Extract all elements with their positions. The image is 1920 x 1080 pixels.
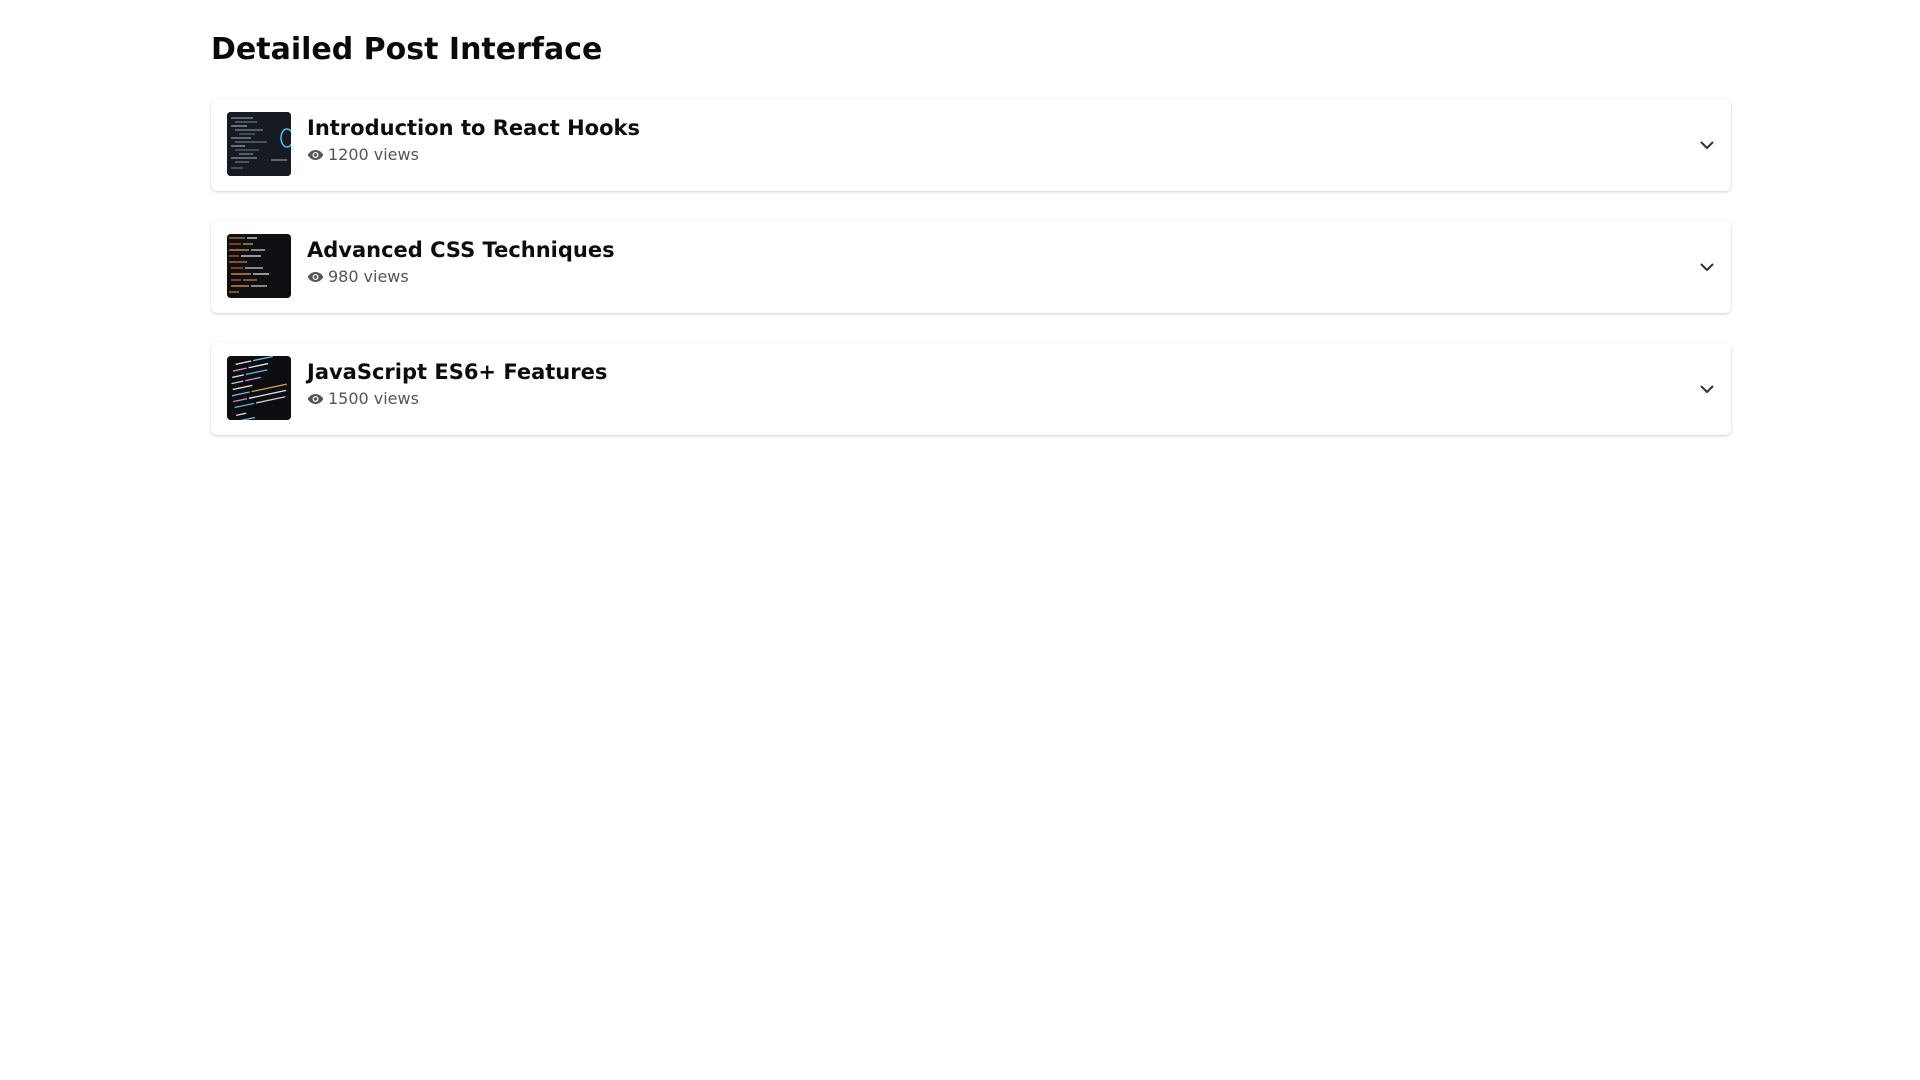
post-views: 1500 views xyxy=(307,389,607,409)
views-count: 980 xyxy=(328,267,359,286)
eye-icon xyxy=(307,272,324,282)
post-title: Advanced CSS Techniques xyxy=(307,238,615,262)
views-count: 1500 xyxy=(328,389,369,408)
page-container: Detailed Post Interface Introduction to … xyxy=(211,0,1731,465)
chevron-down-icon[interactable] xyxy=(1697,135,1717,155)
post-text: Advanced CSS Techniques 980 views xyxy=(307,236,615,287)
post-title: Introduction to React Hooks xyxy=(307,116,640,140)
post-title: JavaScript ES6+ Features xyxy=(307,360,608,384)
post-thumbnail xyxy=(227,234,291,298)
eye-icon xyxy=(307,394,324,404)
views-label: views xyxy=(373,389,419,408)
post-list: Introduction to React Hooks 1200 views A… xyxy=(211,99,1731,435)
chevron-down-icon[interactable] xyxy=(1697,257,1717,277)
post-card-javascript-es6[interactable]: JavaScript ES6+ Features 1500 views xyxy=(211,343,1731,435)
post-views: 980 views xyxy=(307,267,615,287)
post-text: JavaScript ES6+ Features 1500 views xyxy=(307,358,607,409)
views-label: views xyxy=(363,267,409,286)
post-text: Introduction to React Hooks 1200 views xyxy=(307,114,640,165)
views-count: 1200 xyxy=(328,145,369,164)
post-views: 1200 views xyxy=(307,145,640,165)
post-thumbnail xyxy=(227,356,291,420)
post-thumbnail xyxy=(227,112,291,176)
chevron-down-icon[interactable] xyxy=(1697,379,1717,399)
post-card-advanced-css[interactable]: Advanced CSS Techniques 980 views xyxy=(211,221,1731,313)
post-card-react-hooks[interactable]: Introduction to React Hooks 1200 views xyxy=(211,99,1731,191)
views-label: views xyxy=(373,145,419,164)
page-title: Detailed Post Interface xyxy=(211,32,603,67)
eye-icon xyxy=(307,150,324,160)
